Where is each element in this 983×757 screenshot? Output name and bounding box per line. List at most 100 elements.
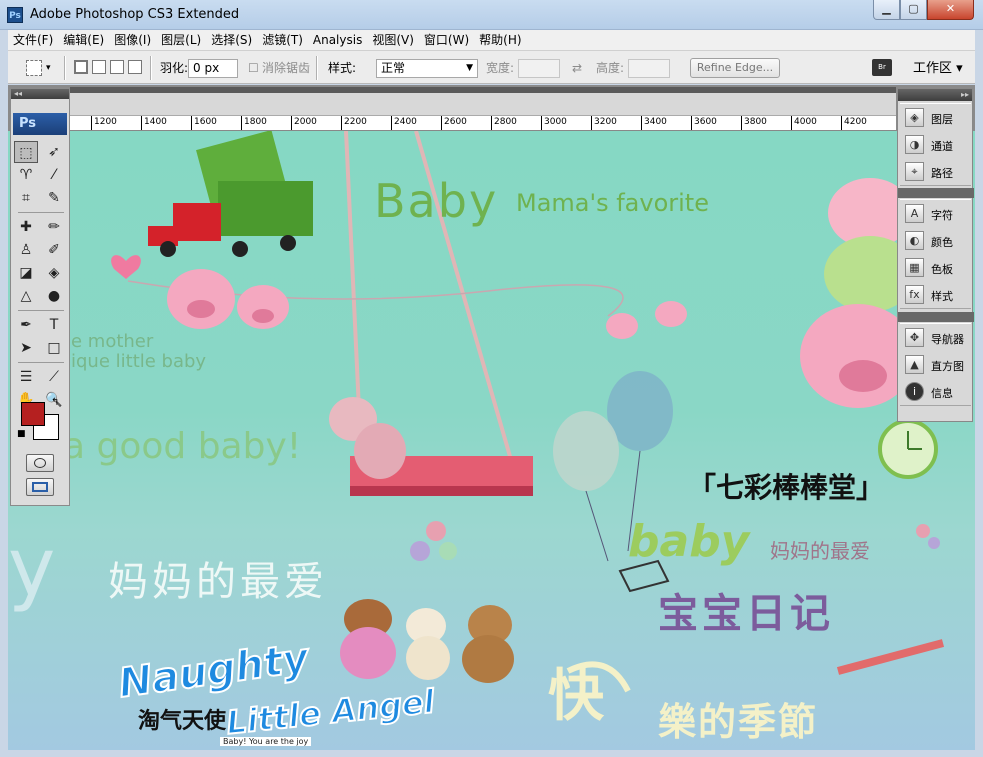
marquee-tool-preset-icon[interactable] [26,60,42,76]
swap-colors-icon[interactable]: ↰ [51,397,59,408]
brush-tool-icon[interactable]: ✏ [42,216,66,238]
maximize-button[interactable]: ▢ [900,0,927,20]
menu-help[interactable]: 帮助(H) [474,30,526,50]
screen-mode-icon [32,482,48,492]
menu-filter[interactable]: 滤镜(T) [257,30,308,50]
canvas-text-joy: y [8,521,56,614]
canvas-text-baby-small: baby [628,516,750,567]
type-tool-icon[interactable]: T [42,314,66,336]
dock-item-info[interactable]: i 信息 [900,378,971,405]
lasso-tool-icon[interactable]: ♈ [14,164,38,186]
preset-dropdown-icon[interactable]: ▾ [46,51,51,85]
style-select[interactable]: 正常 ▼ [376,59,478,78]
notes-tool-icon[interactable]: ☰ [14,366,38,388]
menu-select[interactable]: 选择(S) [206,30,257,50]
intersect-selection-icon[interactable] [128,60,142,74]
paint-bucket-tool-icon[interactable]: ◈ [42,262,66,284]
add-selection-icon[interactable] [92,60,106,74]
dock-label: 通道 [931,140,953,153]
height-input[interactable] [628,59,670,78]
dock-item-layers[interactable]: ◈ 图层 [900,104,971,131]
dock-item-channels[interactable]: ◑ 通道 [900,131,971,158]
shape-tool-icon[interactable]: □ [42,337,66,359]
dodge-tool-icon[interactable]: ● [42,285,66,307]
flying-pig [655,301,687,327]
new-selection-icon[interactable] [74,60,88,74]
ruler-label: 2800 [494,117,517,127]
pen-tool-icon[interactable]: ✒ [14,314,38,336]
dock-item-swatches[interactable]: ▦ 色板 [900,254,971,281]
panel-collapse-strip [70,87,896,93]
bear-body [462,635,514,683]
menu-view[interactable]: 视图(V) [367,30,419,50]
menu-image[interactable]: 图像(I) [109,30,156,50]
workspace-icon[interactable]: Br [872,59,892,76]
slice-tool-icon[interactable]: ✎ [42,187,66,209]
ruler-tick [791,116,792,130]
options-bar: ▾ 羽化: 0 px ☐ 消除锯齿 样式: 正常 ▼ 宽度: ⇄ 高度: Refi… [8,50,975,84]
screen-mode-button[interactable] [26,478,54,496]
separator [18,212,64,213]
minimize-button[interactable]: ▁ [873,0,900,20]
canvas-text-unique: ique little baby [71,351,207,372]
blur-tool-icon[interactable]: △ [14,285,38,307]
ps-logo[interactable]: Ps [13,113,67,135]
menu-edit[interactable]: 编辑(E) [58,30,109,50]
rect-marquee-tool-icon[interactable]: ⬚ [14,141,38,163]
bear-body [406,636,450,680]
history-brush-tool-icon[interactable]: ✐ [42,239,66,261]
clone-stamp-tool-icon[interactable]: ♙ [14,239,38,261]
canvas-text-mamas-favorite: Mama's favorite [516,189,709,217]
dock-collapse[interactable]: ▸▸ [898,89,972,101]
dock-label: 字符 [931,209,953,222]
separator [150,56,152,80]
width-label: 宽度: [486,61,515,75]
dock-item-histogram[interactable]: ▲ 直方图 [900,351,971,378]
healing-brush-tool-icon[interactable]: ✚ [14,216,38,238]
info-icon: i [905,382,924,401]
dock-divider [898,312,974,322]
eraser-tool-icon[interactable]: ◪ [14,262,38,284]
menu-analysis[interactable]: Analysis [308,30,367,50]
dock-item-color[interactable]: ◐ 颜色 [900,227,971,254]
dock-item-paths[interactable]: ⌖ 路径 [900,158,971,185]
truck-cab [173,203,221,241]
antialias-label: 消除锯齿 [262,61,311,75]
eyedropper-tool-icon[interactable]: ⟋ [42,366,66,388]
document-canvas[interactable]: Baby Mama's favorite e mother ique littl… [8,131,975,750]
layers-icon: ◈ [905,108,924,127]
dock-item-character[interactable]: A 字符 [900,200,971,227]
dock-item-navigator[interactable]: ✥ 导航器 [900,324,971,351]
path-selection-tool-icon[interactable]: ➤ [14,337,38,359]
dock-label: 直方图 [931,360,964,373]
menu-layer[interactable]: 图层(L) [156,30,206,50]
tools-panel-collapse[interactable]: ◂◂ [11,89,69,99]
photoshop-app-icon: Ps [7,7,23,23]
close-button[interactable]: ✕ [927,0,974,20]
channels-icon: ◑ [905,135,924,154]
antialias-checkbox[interactable]: ☐ [248,51,259,85]
menu-file[interactable]: 文件(F) [8,30,58,50]
teddy-body [354,423,406,479]
ruler-label: 2400 [394,117,417,127]
foreground-color-swatch[interactable] [21,402,45,426]
move-tool-icon[interactable]: ➶ [42,141,66,163]
quick-mask-button[interactable] [26,454,54,472]
menu-window[interactable]: 窗口(W) [419,30,474,50]
document-title-area [70,87,896,116]
default-colors-icon[interactable]: ■ [17,429,26,439]
balloon-string [585,490,609,562]
width-input[interactable] [518,59,560,78]
swap-dimensions-icon[interactable]: ⇄ [572,51,582,85]
workspace-menu[interactable]: 工作区 ▾ [913,57,963,76]
refine-edge-button[interactable]: Refine Edge... [690,58,780,78]
ruler-tick [691,116,692,130]
feather-input[interactable]: 0 px [188,59,238,78]
canvas-text-tagline: Baby! You are the joy [220,737,312,746]
magic-wand-tool-icon[interactable]: ⁄ [42,164,66,186]
subtract-selection-icon[interactable] [110,60,124,74]
crop-tool-icon[interactable]: ⌗ [14,187,38,209]
canvas-text-naughty-angel-cn: 淘气天使 [138,709,227,734]
dock-item-styles[interactable]: fx 样式 [900,281,971,308]
canvas-text-happy: 快 [548,663,604,729]
